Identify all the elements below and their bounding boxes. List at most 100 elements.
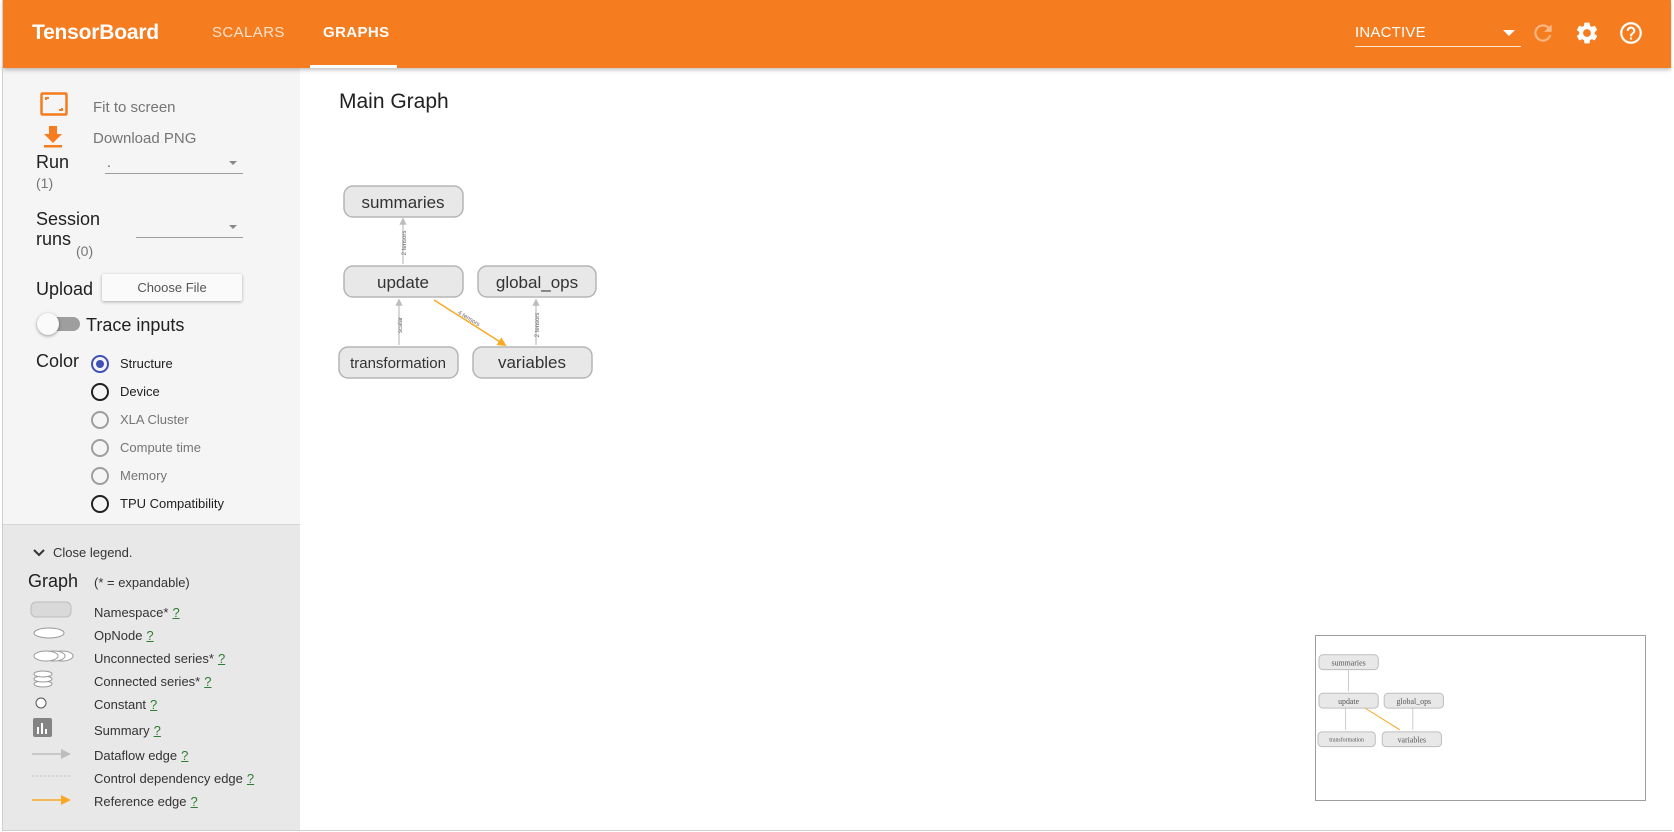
radio-xla-cluster[interactable] <box>91 411 109 429</box>
session-count: (0) <box>76 243 94 259</box>
radio-device-label: Device <box>120 384 160 399</box>
legend-title: Graph <box>28 571 79 591</box>
legend-connected-series: Connected series*? <box>94 674 212 689</box>
graph-legend: Close legend. Graph (* = expandable) Nam… <box>3 524 300 831</box>
edge-transformation-update[interactable]: scalar <box>395 298 404 345</box>
help-link[interactable]: ? <box>218 651 225 666</box>
help-icon[interactable] <box>1618 20 1644 46</box>
top-app-bar: TensorBoard SCALARS GRAPHS INACTIVE <box>3 0 1671 68</box>
connected-series-icon <box>33 670 53 688</box>
minimap-node-update: update <box>1318 692 1379 709</box>
node-transformation[interactable]: transformation <box>338 346 459 379</box>
node-variables[interactable]: variables <box>472 346 593 379</box>
unconnected-series-icon <box>33 650 74 662</box>
control-edge-icon <box>32 775 71 777</box>
reload-status-value: INACTIVE <box>1355 24 1426 41</box>
svg-text:transformation: transformation <box>1329 737 1364 744</box>
color-label: Color <box>36 351 80 371</box>
svg-text:update: update <box>1338 697 1360 706</box>
gear-icon[interactable] <box>1574 20 1600 46</box>
reload-status-dropdown[interactable]: INACTIVE <box>1355 22 1521 47</box>
minimap-node-variables: variables <box>1381 731 1442 748</box>
chevron-down-icon <box>1503 30 1515 36</box>
legend-dataflow-edge: Dataflow edge? <box>94 748 189 763</box>
summary-icon <box>33 718 52 737</box>
radio-compute-time-label: Compute time <box>120 440 201 455</box>
edge-label: 2 tensors <box>535 313 541 338</box>
radio-structure-label: Structure <box>120 356 173 371</box>
help-link[interactable]: ? <box>191 794 198 809</box>
graph-minimap[interactable]: summaries update global_ops transformati… <box>1315 635 1646 801</box>
run-label: Run <box>36 152 70 172</box>
download-icon[interactable] <box>42 124 64 148</box>
radio-xla-cluster-label: XLA Cluster <box>120 412 189 427</box>
edge-update-summaries[interactable]: 2 tensors <box>399 217 408 264</box>
session-label: Session <box>36 209 101 229</box>
session-runs-label: runs <box>36 229 72 249</box>
fit-to-screen-icon[interactable] <box>40 92 68 116</box>
svg-text:summaries: summaries <box>1332 659 1366 668</box>
help-link[interactable]: ? <box>247 771 254 786</box>
minimap-node-summaries: summaries <box>1318 654 1379 671</box>
help-link[interactable]: ? <box>181 748 188 763</box>
tab-graphs[interactable]: GRAPHS <box>323 24 390 41</box>
minimap-node-global-ops: global_ops <box>1383 692 1444 709</box>
minimap-node-transformation: transformation <box>1317 731 1376 748</box>
radio-device[interactable] <box>91 383 109 401</box>
active-tab-indicator <box>310 65 397 68</box>
run-dropdown-value: . <box>107 154 111 170</box>
help-link[interactable]: ? <box>150 697 157 712</box>
help-link[interactable]: ? <box>146 628 153 643</box>
tensorboard-window: TensorBoard SCALARS GRAPHS INACTIVE Fit … <box>0 0 1674 832</box>
legend-reference-edge: Reference edge? <box>94 794 198 809</box>
radio-tpu-compatibility[interactable] <box>91 495 109 513</box>
svg-text:variables: variables <box>498 353 566 372</box>
tab-scalars[interactable]: SCALARS <box>212 24 285 41</box>
legend-control-edge: Control dependency edge? <box>94 771 255 786</box>
legend-constant: Constant? <box>94 697 158 712</box>
node-summaries[interactable]: summaries <box>343 185 464 218</box>
legend-summary: Summary? <box>94 723 161 738</box>
constant-icon <box>35 697 47 709</box>
upload-label: Upload <box>36 279 94 299</box>
radio-compute-time[interactable] <box>91 439 109 457</box>
svg-text:transformation: transformation <box>350 355 446 372</box>
svg-text:variables: variables <box>1398 736 1426 745</box>
session-runs-dropdown[interactable] <box>136 218 243 238</box>
radio-memory-label: Memory <box>120 468 167 483</box>
edge-label: 2 tensors <box>402 231 408 256</box>
node-update[interactable]: update <box>343 265 464 298</box>
legend-namespace: Namespace*? <box>94 605 180 620</box>
close-legend-button[interactable]: Close legend. <box>53 545 133 560</box>
help-link[interactable]: ? <box>154 723 161 738</box>
edge-label: 4 tensors <box>456 310 480 328</box>
opnode-icon <box>33 627 65 639</box>
radio-structure[interactable] <box>91 355 109 373</box>
trace-inputs-label: Trace inputs <box>86 315 185 335</box>
radio-memory[interactable] <box>91 467 109 485</box>
run-dropdown[interactable]: . <box>105 154 243 174</box>
download-png-button[interactable]: Download PNG <box>93 130 196 147</box>
fit-to-screen-button[interactable]: Fit to screen <box>93 99 176 116</box>
svg-text:global_ops: global_ops <box>1396 697 1431 706</box>
edge-update-variables[interactable]: 4 tensors <box>433 299 507 346</box>
help-link[interactable]: ? <box>172 605 179 620</box>
refresh-icon[interactable] <box>1530 20 1556 46</box>
legend-unconnected-series: Unconnected series*? <box>94 651 226 666</box>
brand-title: TensorBoard <box>32 21 159 44</box>
chevron-down-icon[interactable] <box>32 547 46 559</box>
legend-note: (* = expandable) <box>94 575 190 590</box>
radio-tpu-compatibility-label: TPU Compatibility <box>120 496 225 511</box>
run-count: (1) <box>36 175 54 191</box>
namespace-icon <box>30 601 72 618</box>
edge-label: scalar <box>398 317 404 333</box>
edge-variables-global-ops[interactable]: 2 tensors <box>532 298 541 345</box>
reference-edge-icon <box>32 795 71 805</box>
node-global-ops[interactable]: global_ops <box>477 265 597 298</box>
toggle-knob[interactable] <box>37 313 59 335</box>
svg-text:summaries: summaries <box>361 193 444 212</box>
choose-file-button[interactable]: Choose File <box>102 274 242 301</box>
help-link[interactable]: ? <box>204 674 211 689</box>
legend-opnode: OpNode? <box>94 628 154 643</box>
chevron-down-icon <box>229 161 237 165</box>
